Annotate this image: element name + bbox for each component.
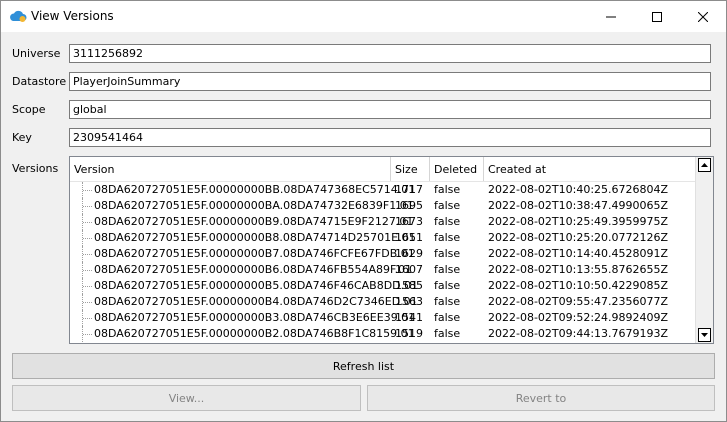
minimize-button[interactable]	[588, 1, 634, 32]
version-deleted: false	[434, 311, 461, 324]
column-header-created-at[interactable]: Created at	[484, 157, 695, 181]
version-size: 1541	[395, 311, 423, 324]
version-created-at: 2022-08-02T10:13:55.8762655Z	[488, 263, 669, 276]
key-label: Key	[12, 131, 32, 144]
version-row[interactable]: 08DA620727051E5F.00000000B2.08DA746B8F1C…	[70, 326, 695, 342]
version-deleted: false	[434, 183, 461, 196]
version-created-at: 2022-08-02T09:52:24.9892409Z	[488, 311, 669, 324]
version-created-at: 2022-08-02T10:40:25.6726804Z	[488, 183, 669, 196]
close-button[interactable]	[680, 1, 726, 32]
version-row[interactable]: 08DA620727051E5F.00000000B8.08DA74714D25…	[70, 230, 695, 246]
universe-label: Universe	[12, 47, 61, 60]
triangle-down-icon	[701, 333, 708, 337]
key-field[interactable]: 2309541464	[69, 128, 711, 147]
version-deleted: false	[434, 247, 461, 260]
scope-field[interactable]: global	[69, 100, 711, 119]
version-deleted: false	[434, 279, 461, 292]
version-created-at: 2022-08-02T10:25:20.0772126Z	[488, 231, 669, 244]
maximize-icon	[652, 11, 662, 22]
version-size: 1651	[395, 231, 423, 244]
version-id: 08DA620727051E5F.00000000B9.08DA74715E9F…	[94, 215, 414, 228]
version-id: 08DA620727051E5F.00000000B6.08DA746FB554…	[94, 263, 413, 276]
version-size: 1717	[395, 183, 423, 196]
version-created-at: 2022-08-02T10:14:40.4528091Z	[488, 247, 669, 260]
versions-rows: 08DA620727051E5F.00000000BB.08DA747368EC…	[70, 182, 695, 342]
column-header-deleted[interactable]: Deleted	[430, 157, 484, 181]
scroll-down-button[interactable]	[698, 328, 711, 342]
versions-label: Versions	[12, 162, 59, 175]
version-deleted: false	[434, 231, 461, 244]
maximize-button[interactable]	[634, 1, 680, 32]
version-id: 08DA620727051E5F.00000000B2.08DA746B8F1C…	[94, 327, 415, 340]
version-row[interactable]: 08DA620727051E5F.00000000B3.08DA746CB3E6…	[70, 310, 695, 326]
version-deleted: false	[434, 327, 461, 340]
version-size: 1585	[395, 279, 423, 292]
view-versions-window: View Versions Universe 3111256892 Datast…	[0, 0, 727, 422]
version-id: 08DA620727051E5F.00000000B3.08DA746CB3E6…	[94, 311, 416, 324]
triangle-up-icon	[701, 163, 708, 167]
column-header-size[interactable]: Size	[391, 157, 430, 181]
version-size: 1519	[395, 327, 423, 340]
universe-field[interactable]: 3111256892	[69, 44, 711, 63]
version-row[interactable]: 08DA620727051E5F.00000000BA.08DA74732E68…	[70, 198, 695, 214]
version-size: 1695	[395, 199, 423, 212]
version-row[interactable]: 08DA620727051E5F.00000000B6.08DA746FB554…	[70, 262, 695, 278]
title-bar[interactable]: View Versions	[1, 1, 726, 32]
version-deleted: false	[434, 263, 461, 276]
scroll-up-button[interactable]	[698, 158, 711, 172]
version-created-at: 2022-08-02T10:38:47.4990065Z	[488, 199, 669, 212]
version-id: 08DA620727051E5F.00000000BB.08DA747368EC…	[94, 183, 416, 196]
close-icon	[698, 11, 708, 22]
refresh-list-button[interactable]: Refresh list	[12, 353, 715, 379]
versions-list-header: Version Size Deleted Created at	[70, 157, 695, 181]
version-deleted: false	[434, 215, 461, 228]
version-row[interactable]: 08DA620727051E5F.00000000BB.08DA747368EC…	[70, 182, 695, 198]
version-created-at: 2022-08-02T10:25:49.3959975Z	[488, 215, 669, 228]
version-row[interactable]: 08DA620727051E5F.00000000B5.08DA746F46CA…	[70, 278, 695, 294]
version-size: 1607	[395, 263, 423, 276]
version-row[interactable]: 08DA620727051E5F.00000000B9.08DA74715E9F…	[70, 214, 695, 230]
cloud-icon	[9, 9, 27, 23]
versions-scrollbar[interactable]	[695, 157, 713, 343]
version-id: 08DA620727051E5F.00000000B8.08DA74714D25…	[94, 231, 416, 244]
column-header-version[interactable]: Version	[70, 157, 391, 181]
versions-list[interactable]: Version Size Deleted Created at 08DA6207…	[69, 156, 714, 344]
version-created-at: 2022-08-02T10:10:50.4229085Z	[488, 279, 669, 292]
version-created-at: 2022-08-02T09:44:13.7679193Z	[488, 327, 669, 340]
datastore-field[interactable]: PlayerJoinSummary	[69, 72, 711, 91]
version-created-at: 2022-08-02T09:55:47.2356077Z	[488, 295, 669, 308]
version-id: 08DA620727051E5F.00000000B4.08DA746D2C73…	[94, 295, 418, 308]
version-deleted: false	[434, 199, 461, 212]
version-id: 08DA620727051E5F.00000000B5.08DA746F46CA…	[94, 279, 419, 292]
version-row[interactable]: 08DA620727051E5F.00000000B4.08DA746D2C73…	[70, 294, 695, 310]
version-size: 1673	[395, 215, 423, 228]
view-button[interactable]: View...	[12, 385, 361, 411]
revert-to-button[interactable]: Revert to	[367, 385, 715, 411]
version-size: 1629	[395, 247, 423, 260]
version-deleted: false	[434, 295, 461, 308]
version-id: 08DA620727051E5F.00000000BA.08DA74732E68…	[94, 199, 414, 212]
version-id: 08DA620727051E5F.00000000B7.08DA746FCFE6…	[94, 247, 415, 260]
window-title: View Versions	[31, 9, 114, 23]
version-size: 1563	[395, 295, 423, 308]
minimize-icon	[606, 16, 616, 17]
datastore-label: Datastore	[12, 75, 67, 88]
scope-label: Scope	[12, 103, 46, 116]
version-row[interactable]: 08DA620727051E5F.00000000B7.08DA746FCFE6…	[70, 246, 695, 262]
